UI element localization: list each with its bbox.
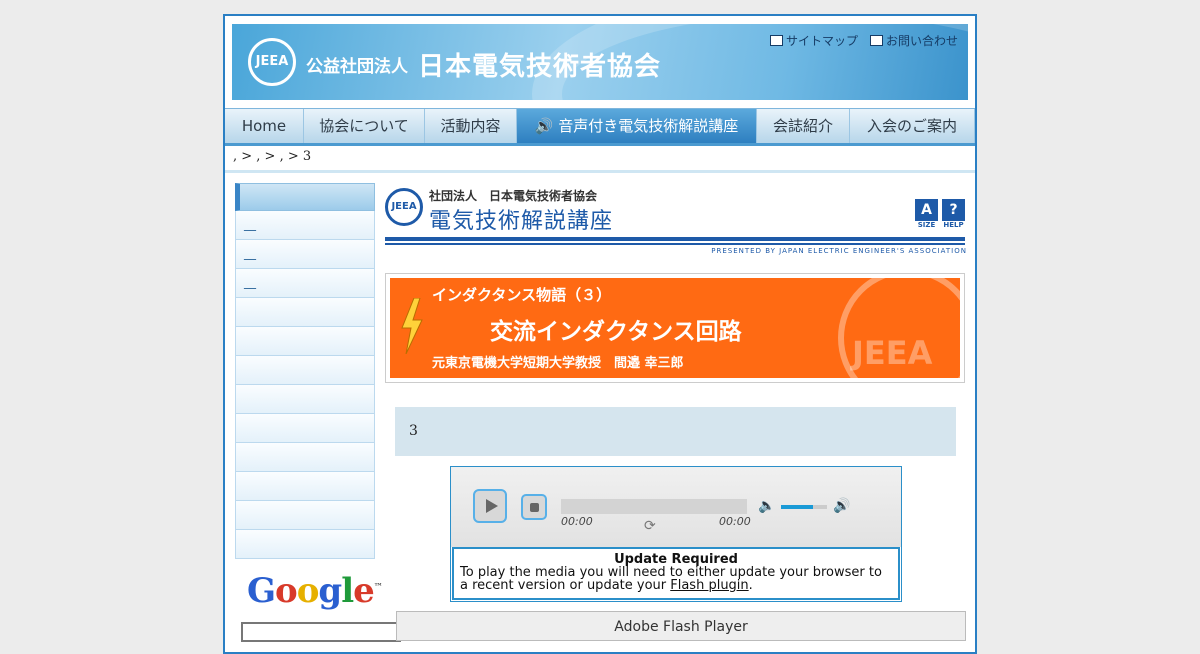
breadcrumb: , > , > , > 3: [233, 149, 312, 164]
update-message: To play the media you will need to eithe…: [460, 565, 882, 593]
banner-series: インダクタンス物語（３）: [432, 286, 612, 304]
sidebar-item[interactable]: __: [235, 211, 375, 240]
sidebar-item[interactable]: [235, 298, 375, 327]
nav-activities[interactable]: 活動内容: [425, 109, 517, 143]
lecture-logo: JEEA: [385, 188, 423, 226]
sidebar-item[interactable]: [235, 530, 375, 559]
top-links: サイトマップ お問い合わせ: [769, 32, 958, 49]
banner-title: 交流インダクタンス回路: [490, 319, 742, 345]
lecture-banner: インダクタンス物語（３） 交流インダクタンス回路 元東京電機大学短期大学教授 間…: [385, 273, 965, 383]
divider: [225, 170, 975, 173]
sidebar-item[interactable]: [235, 414, 375, 443]
seek-bar[interactable]: [561, 499, 747, 514]
sidebar-item[interactable]: [235, 327, 375, 356]
sidebar-item[interactable]: __: [235, 240, 375, 269]
play-button[interactable]: [473, 489, 507, 523]
page-tools: A SIZE ? HELP: [915, 199, 965, 229]
sidebar-item[interactable]: [235, 443, 375, 472]
nav-journal[interactable]: 会誌紹介: [757, 109, 850, 143]
presented-by: PRESENTED BY JAPAN ELECTRIC ENGINEER'S A…: [711, 247, 967, 255]
audio-player: 00:00 ⟳ 00:00 🔈 🔊 Update Required To pla…: [450, 466, 902, 602]
lecture-org: 社団法人 日本電気技術者協会: [429, 189, 598, 203]
volume-max-icon[interactable]: 🔊: [833, 498, 850, 514]
sitemap-link[interactable]: サイトマップ: [769, 32, 858, 49]
update-required-notice: Update Required To play the media you wi…: [452, 547, 900, 600]
duration: 00:00: [719, 515, 751, 528]
mute-icon[interactable]: 🔈: [758, 498, 775, 514]
lightning-icon: [401, 298, 423, 354]
help-icon: ?: [942, 199, 965, 221]
stop-button[interactable]: [521, 494, 547, 520]
current-time: 00:00: [561, 515, 593, 528]
lecture-title: 電気技術解説講座: [429, 209, 614, 234]
site-logo[interactable]: JEEA: [248, 38, 296, 86]
mail-icon: [869, 35, 883, 46]
site-header: JEEA 公益社団法人 日本電気技術者協会 サイトマップ お問い合わせ: [230, 22, 970, 102]
sitemap-icon: [769, 35, 783, 46]
flash-player-bar[interactable]: Adobe Flash Player: [396, 611, 966, 641]
player-controls: 00:00 ⟳ 00:00 🔈 🔊: [451, 467, 901, 547]
repeat-icon[interactable]: ⟳: [644, 518, 656, 534]
sidebar-header: [235, 183, 375, 211]
sidebar-item[interactable]: [235, 385, 375, 414]
main-content: JEEA 社団法人 日本電気技術者協会 電気技術解説講座 A SIZE ? HE…: [385, 183, 967, 641]
contact-link[interactable]: お問い合わせ: [869, 32, 958, 49]
main-nav: Home 協会について 活動内容 🔊 音声付き電気技術解説講座 会誌紹介 入会の…: [225, 108, 975, 146]
google-logo: Google™: [247, 571, 383, 611]
flash-plugin-link[interactable]: Flash plugin: [670, 578, 748, 593]
text-size-icon: A: [915, 199, 938, 221]
banner-watermark: JEEA: [852, 334, 933, 372]
text-size-button[interactable]: A SIZE: [915, 199, 938, 229]
google-search-input[interactable]: [241, 622, 401, 642]
volume-level: [781, 505, 813, 509]
sidebar-item[interactable]: [235, 356, 375, 385]
org-prefix: 公益社団法人: [306, 57, 408, 77]
sidebar-item[interactable]: __: [235, 269, 375, 298]
sidebar-item[interactable]: [235, 501, 375, 530]
banner-author: 元東京電機大学短期大学教授 間邉 幸三郎: [432, 356, 684, 371]
nav-home[interactable]: Home: [225, 109, 304, 143]
nav-about[interactable]: 協会について: [304, 109, 425, 143]
sidebar-item[interactable]: [235, 472, 375, 501]
chapter-heading: 3: [395, 407, 956, 456]
sidebar: __ __ __: [235, 183, 375, 559]
nav-membership[interactable]: 入会のご案内: [850, 109, 975, 143]
help-button[interactable]: ? HELP: [942, 199, 965, 229]
lecture-header: JEEA 社団法人 日本電気技術者協会 電気技術解説講座 A SIZE ? HE…: [385, 183, 967, 273]
org-name[interactable]: 日本電気技術者協会: [418, 46, 661, 83]
page-container: JEEA 公益社団法人 日本電気技術者協会 サイトマップ お問い合わせ Home…: [223, 14, 977, 654]
nav-lecture[interactable]: 🔊 音声付き電気技術解説講座: [517, 109, 757, 143]
